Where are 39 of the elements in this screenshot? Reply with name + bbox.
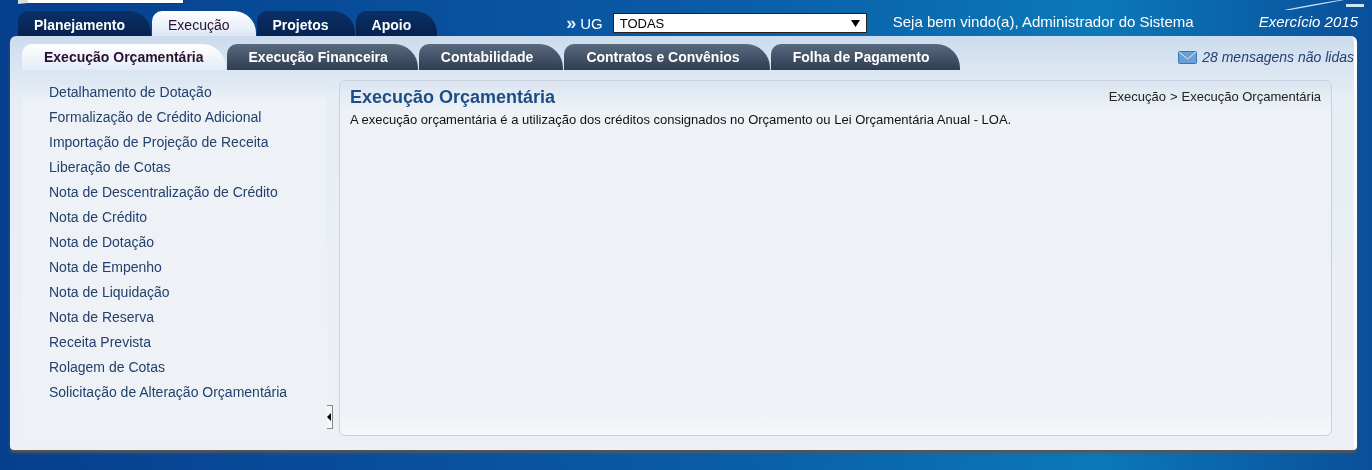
- sidebar-item[interactable]: Importação de Projeção de Receita: [22, 130, 327, 155]
- ug-select[interactable]: TODAS: [612, 13, 867, 33]
- sidebar-item[interactable]: Detalhamento de Dotação: [22, 80, 327, 105]
- dropdown-arrow-icon: [850, 19, 860, 27]
- sidebar-item[interactable]: Nota de Reserva: [22, 305, 327, 330]
- main-tab[interactable]: Projetos: [256, 11, 355, 36]
- breadcrumb-item[interactable]: Execução: [1108, 89, 1166, 104]
- main-tab[interactable]: Planejamento: [18, 11, 152, 36]
- logo-swoosh-icon: [1284, 0, 1364, 10]
- input-field[interactable]: [18, 0, 184, 4]
- breadcrumb-separator: >: [1169, 89, 1178, 104]
- page-title: Execução Orçamentária: [350, 87, 556, 108]
- envelope-icon: [1178, 50, 1198, 64]
- ug-label: UG: [580, 14, 603, 32]
- sidebar-item[interactable]: Rolagem de Cotas: [22, 355, 327, 380]
- sidebar-item[interactable]: Formalização de Crédito Adicional: [22, 105, 327, 130]
- sidebar-item[interactable]: Receita Prevista: [22, 330, 327, 355]
- sidebar-item[interactable]: Nota de Dotação: [22, 230, 327, 255]
- sub-tab[interactable]: Contratos e Convênios: [564, 44, 770, 70]
- chevron-icon: »: [566, 12, 577, 34]
- sidebar-item[interactable]: Nota de Liquidação: [22, 280, 327, 305]
- fiscal-year-text: Exercício 2015: [1258, 12, 1358, 32]
- breadcrumb-item: Execução Orçamentária: [1181, 89, 1321, 104]
- description-text: A execução orçamentária é a utilização dos créditos consignados no Orçamento ou Lei Orçamentária Anual - LOA.: [350, 112, 1013, 127]
- sidebar-item[interactable]: Nota de Empenho: [22, 255, 327, 280]
- sub-tab[interactable]: Folha de Pagamento: [770, 44, 960, 70]
- sub-tab[interactable]: Execução Financeira: [226, 44, 418, 70]
- collapse-handle[interactable]: [327, 405, 333, 429]
- main-tab[interactable]: Execução: [152, 11, 256, 36]
- sidebar-item[interactable]: Liberação de Cotas: [22, 155, 327, 180]
- sidebar-item[interactable]: Nota de Crédito: [22, 205, 327, 230]
- sidebar-item[interactable]: Nota de Descentralização de Crédito: [22, 180, 327, 205]
- welcome-text: Seja bem vindo(a), Administrador do Sistema: [892, 12, 1194, 32]
- messages-link[interactable]: 28 mensagens não lidas: [1178, 49, 1354, 65]
- main-tab[interactable]: Apoio: [355, 11, 438, 36]
- sub-tab[interactable]: Contabilidade: [418, 44, 564, 70]
- left-arrow-icon: [327, 413, 331, 421]
- sub-tab[interactable]: Execução Orçamentária: [22, 44, 226, 70]
- sidebar-item[interactable]: Solicitação de Alteração Orçamentária: [22, 380, 327, 405]
